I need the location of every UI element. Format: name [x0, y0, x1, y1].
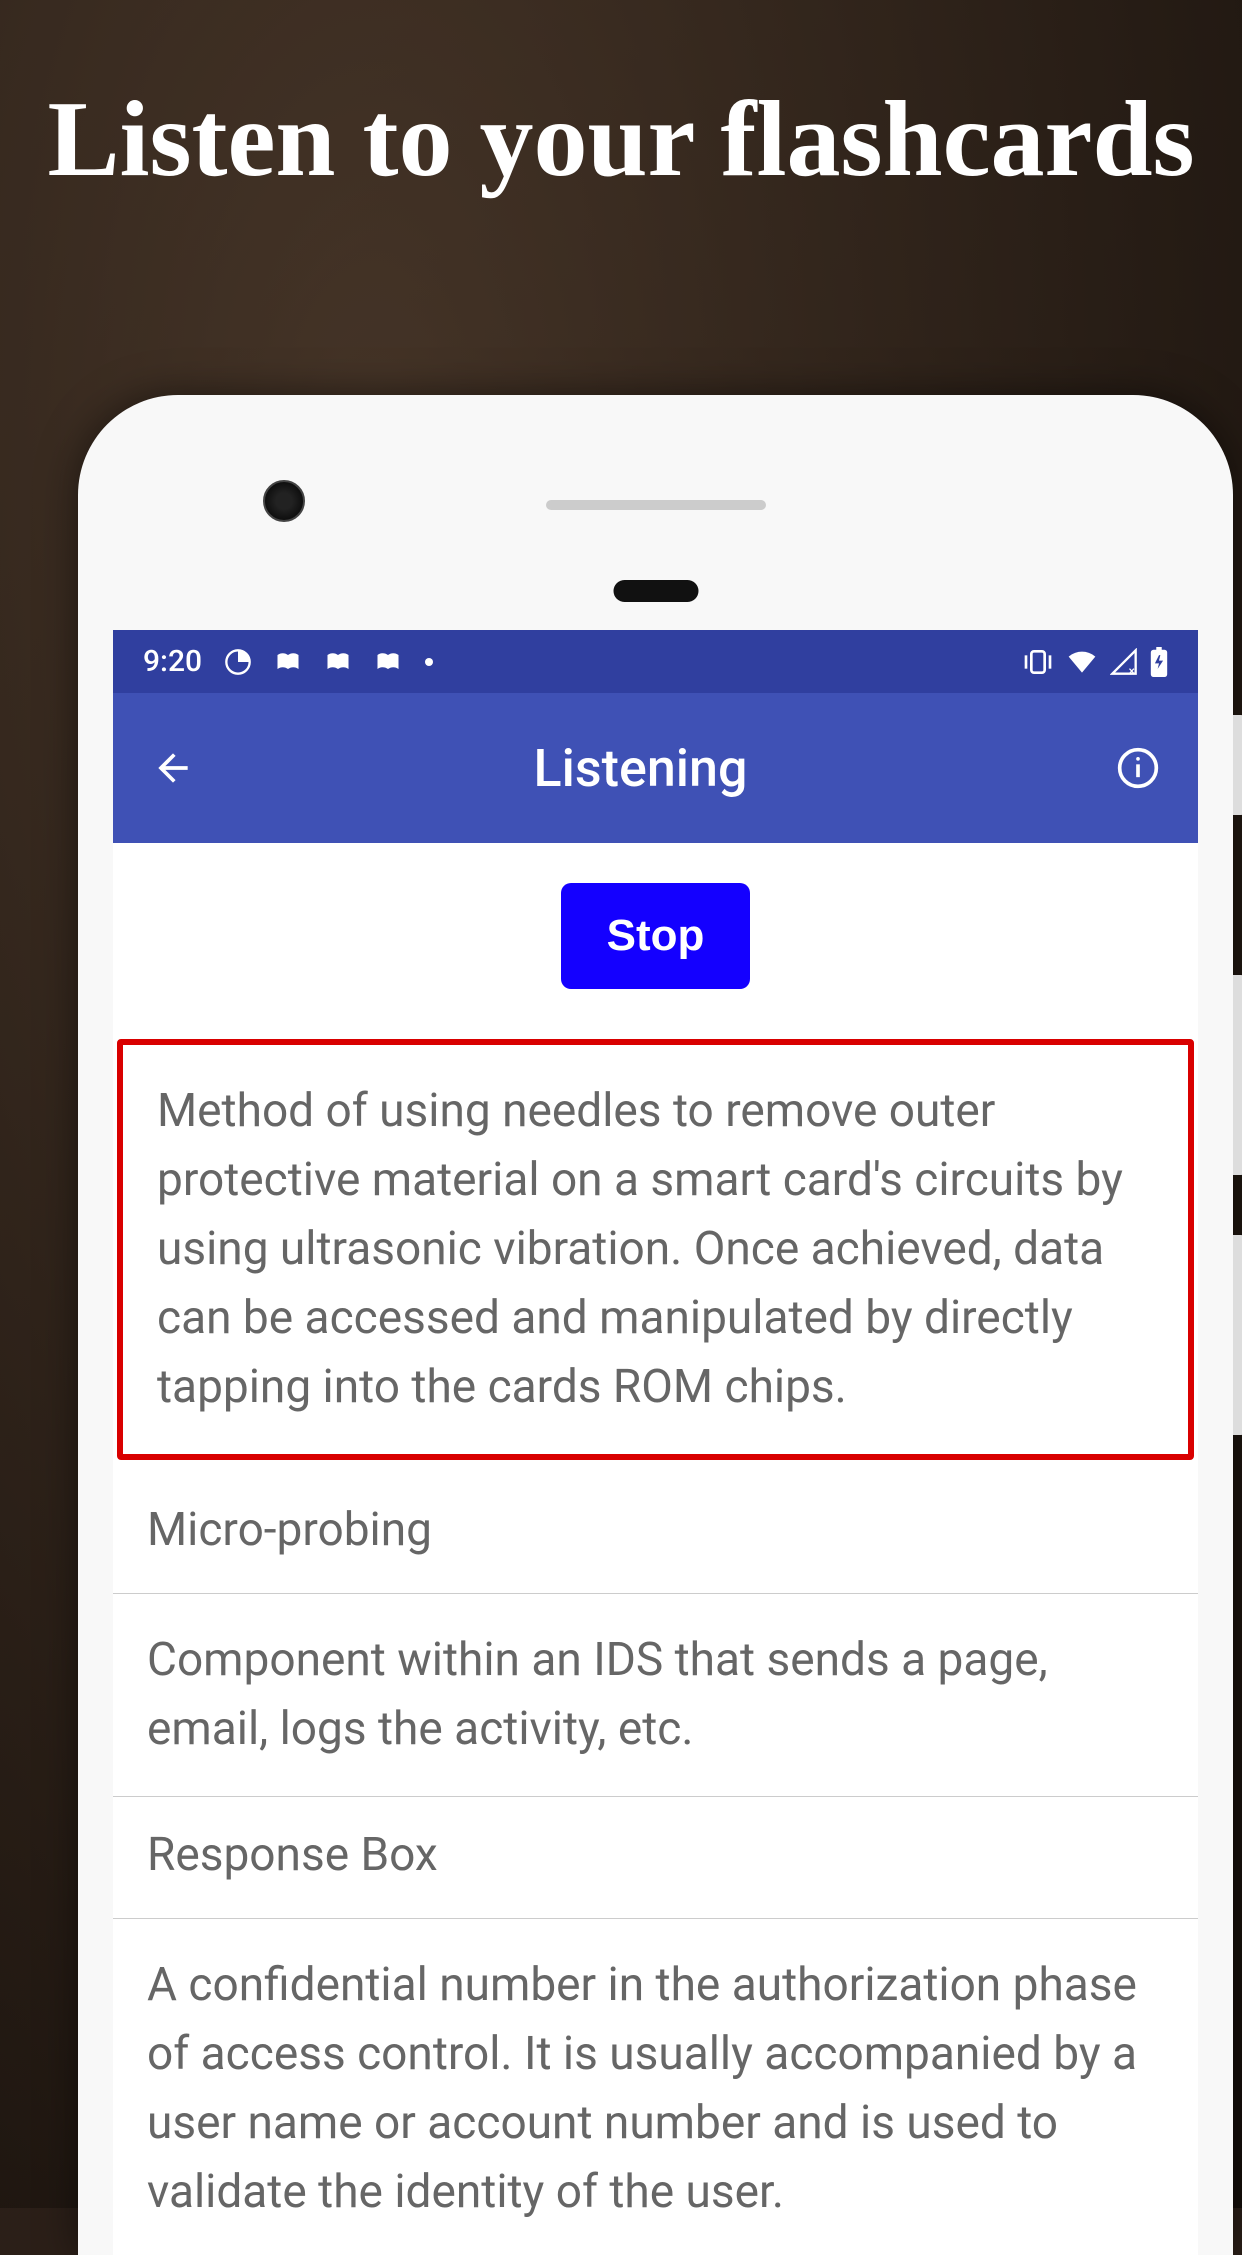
signal-icon: × — [1110, 648, 1138, 676]
phone-frame: 9:20 — [78, 395, 1233, 2255]
wifi-icon — [1066, 648, 1098, 676]
phone-side-button — [1233, 975, 1242, 1175]
status-left: 9:20 — [143, 644, 434, 679]
dot-icon — [424, 657, 434, 667]
phone-camera — [263, 480, 305, 522]
card-item[interactable]: Component within an IDS that sends a pag… — [113, 1594, 1198, 1797]
status-bar: 9:20 — [113, 630, 1198, 693]
phone-speaker — [546, 500, 766, 510]
card-item-current[interactable]: Method of using needles to remove outer … — [117, 1039, 1194, 1460]
book-icon — [374, 648, 402, 676]
vibrate-icon — [1022, 648, 1054, 676]
card-item[interactable]: Response Box — [113, 1797, 1198, 1919]
book-icon — [324, 648, 352, 676]
promo-title: Listen to your flashcards — [0, 70, 1242, 210]
battery-icon — [1150, 647, 1168, 677]
page-title: Listening — [168, 738, 1113, 799]
card-item[interactable]: Micro-probing — [113, 1472, 1198, 1594]
screen: 9:20 — [113, 630, 1198, 2255]
phone-side-button — [1233, 1235, 1242, 1435]
svg-text:×: × — [1129, 663, 1135, 675]
phone-sensor — [613, 580, 698, 602]
stop-button[interactable]: Stop — [561, 883, 751, 989]
book-icon — [274, 648, 302, 676]
content: Stop Method of using needles to remove o… — [113, 843, 1198, 2255]
app-bar: Listening — [113, 693, 1198, 843]
stop-row: Stop — [113, 843, 1198, 1039]
status-time: 9:20 — [143, 644, 202, 679]
info-button[interactable] — [1113, 743, 1163, 793]
card-item[interactable]: A confidential number in the authorizati… — [113, 1919, 1198, 2255]
data-saver-icon — [224, 648, 252, 676]
card-list[interactable]: Method of using needles to remove outer … — [113, 1039, 1198, 2255]
status-right: × — [1022, 647, 1168, 677]
phone-side-button — [1233, 715, 1242, 815]
